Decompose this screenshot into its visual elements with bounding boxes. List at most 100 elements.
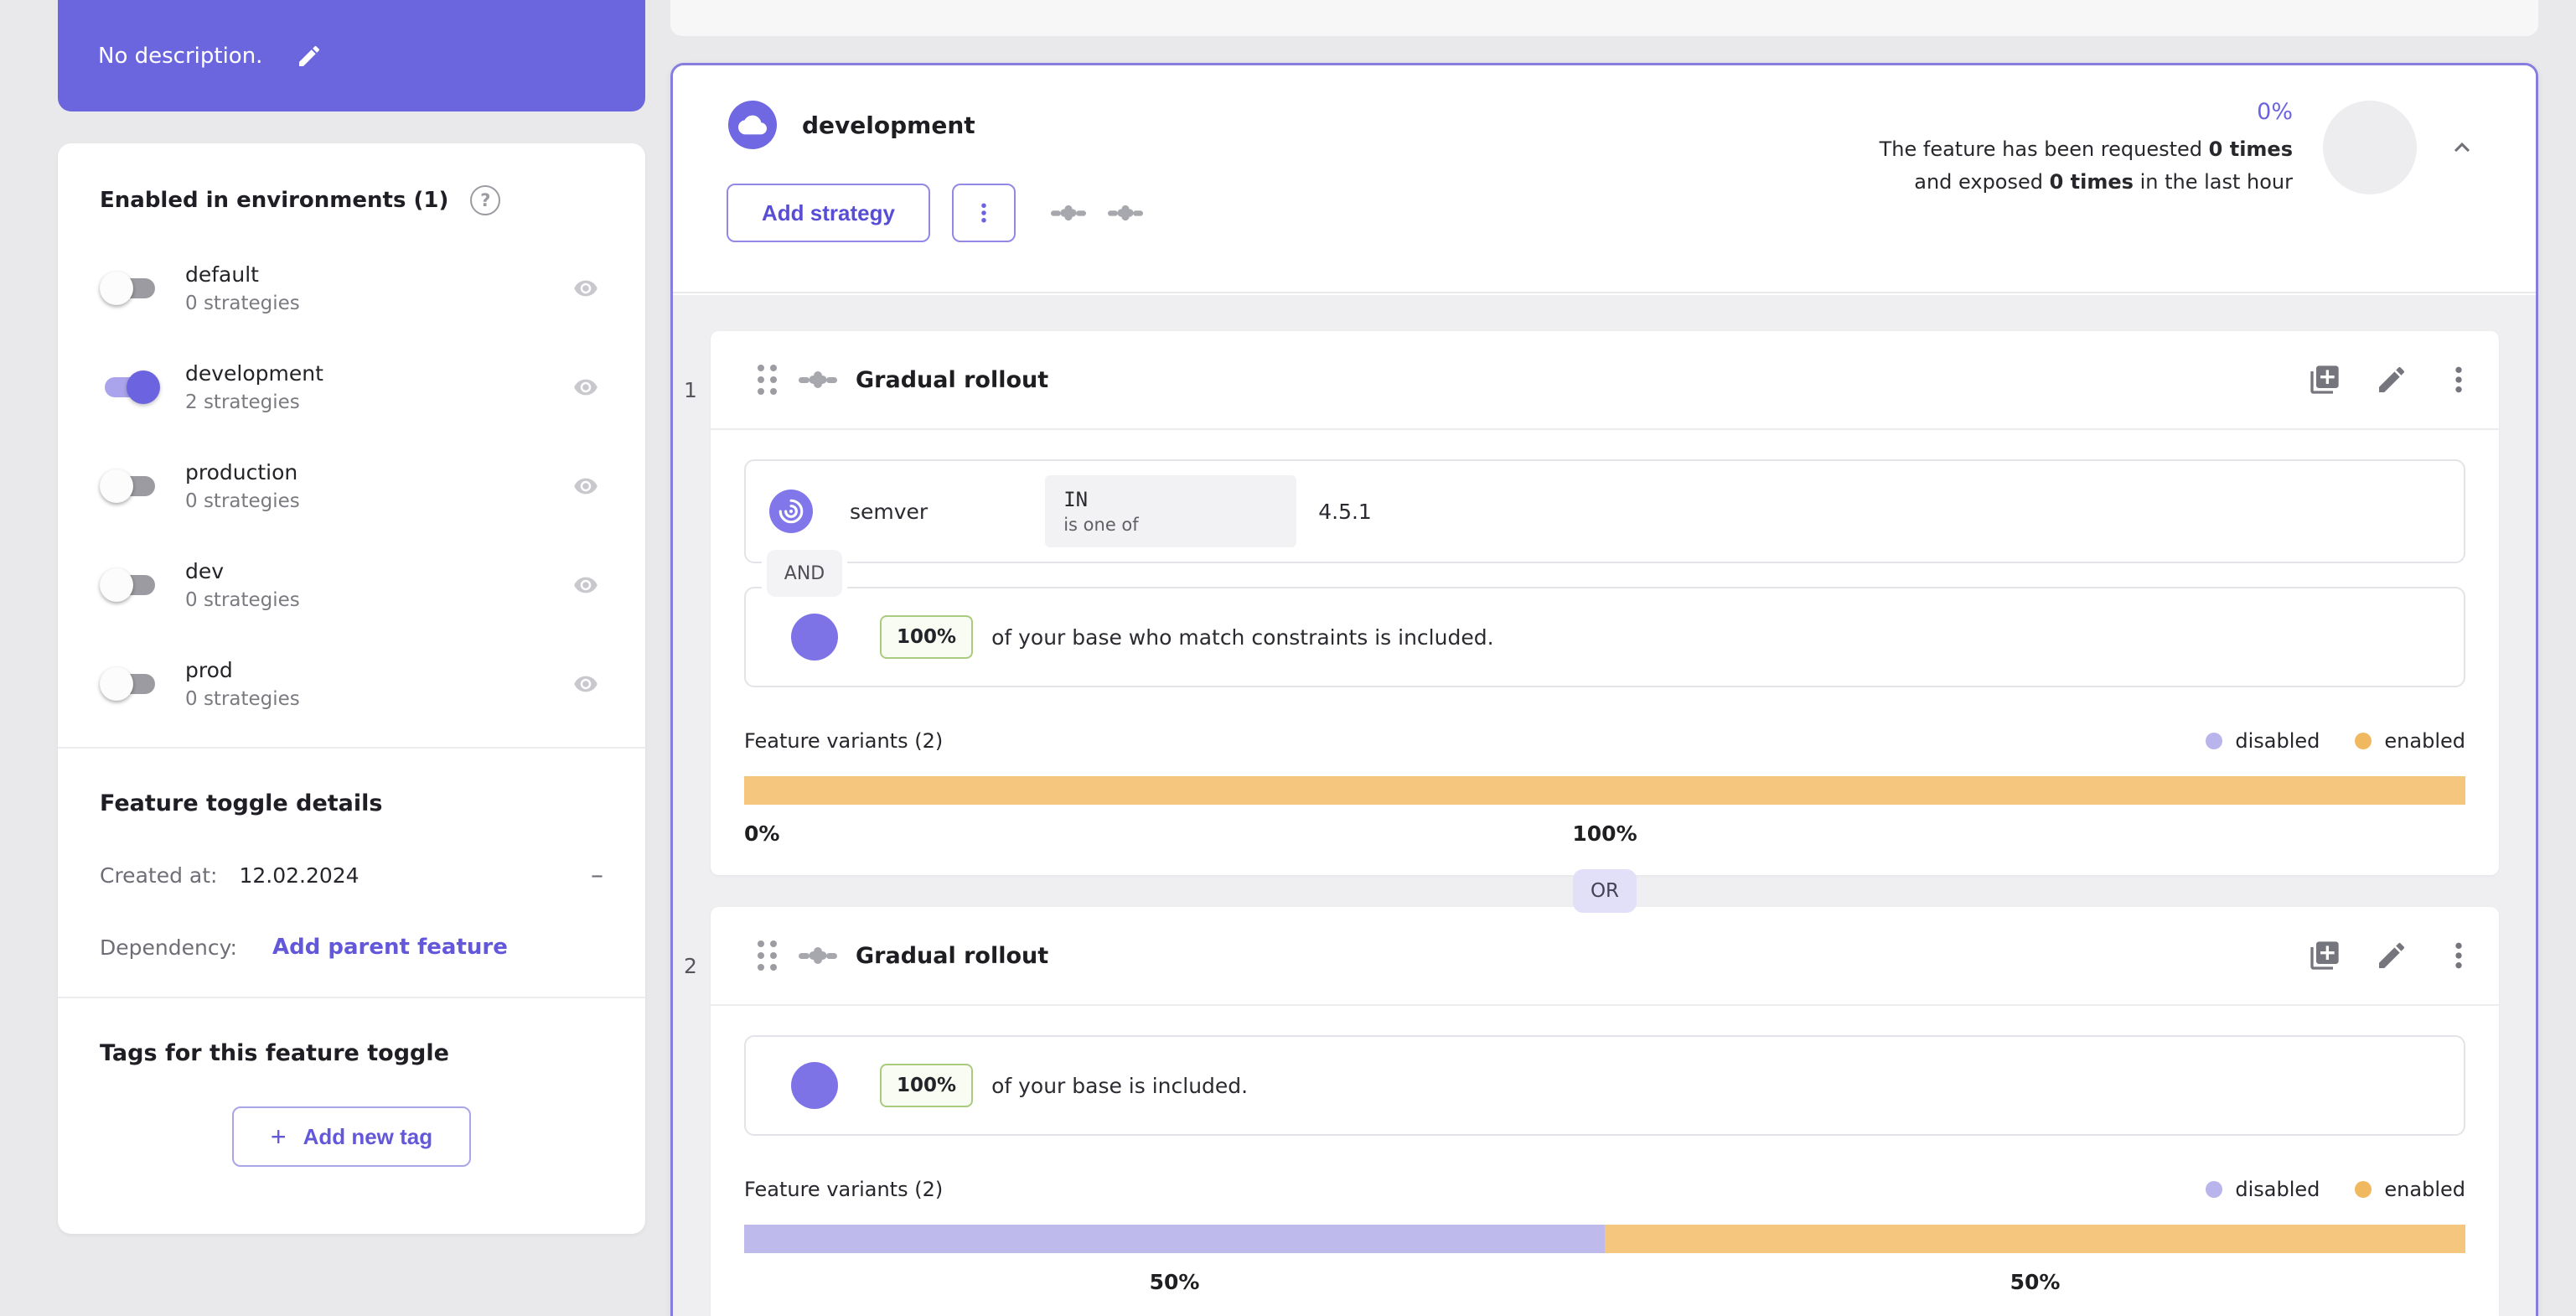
constraint-box: semver IN is one of 4.5.1 bbox=[744, 459, 2465, 563]
sidebar: No description. Enabled in environments … bbox=[58, 0, 645, 1234]
edit-description-icon[interactable] bbox=[296, 43, 323, 70]
environment-name: production bbox=[185, 460, 298, 484]
visibility-icon[interactable] bbox=[568, 375, 603, 400]
visibility-icon[interactable] bbox=[568, 474, 603, 499]
legend-label: enabled bbox=[2384, 729, 2465, 753]
description-text: No description. bbox=[98, 43, 263, 69]
environment-toolbar: Add strategy bbox=[727, 184, 1143, 242]
created-at-value: 12.02.2024 bbox=[239, 863, 360, 888]
strategy-number: 1 bbox=[684, 378, 697, 402]
visibility-icon[interactable] bbox=[568, 671, 603, 697]
enabled-legend-dot bbox=[2355, 733, 2372, 749]
strategy-count-icons bbox=[1050, 204, 1143, 222]
rollout-description: of your base who match constraints is in… bbox=[991, 624, 1494, 650]
exposure-percent: 0% bbox=[2257, 99, 2293, 125]
copy-strategy-icon[interactable] bbox=[2308, 939, 2341, 972]
feature-variants: Feature variants (2) disabled enabled 0%… bbox=[744, 729, 2465, 850]
variants-label: Feature variants (2) bbox=[744, 1178, 944, 1201]
environment-name: default bbox=[185, 262, 259, 287]
help-icon[interactable]: ? bbox=[470, 185, 501, 215]
kebab-icon bbox=[981, 203, 986, 223]
exposure-stats: 0% The feature has been requested 0 time… bbox=[1880, 96, 2477, 199]
previous-card-bottom bbox=[670, 0, 2538, 36]
variants-legend: disabled enabled bbox=[2206, 729, 2465, 753]
legend-label: enabled bbox=[2384, 1178, 2465, 1201]
environment-row-production: production 0 strategies bbox=[100, 460, 603, 512]
strategy-card-1: 1 Gradual rollout semver IN is one of 4.… bbox=[684, 331, 2499, 875]
variants-bar-labels: 0% 100% bbox=[744, 811, 2465, 850]
variants-bar bbox=[744, 776, 2465, 805]
add-strategy-button[interactable]: Add strategy bbox=[727, 184, 930, 242]
feature-sidebar-card: Enabled in environments (1) ? default 0 … bbox=[58, 143, 645, 1234]
chevron-up-icon[interactable] bbox=[2447, 132, 2477, 163]
constraint-value: 4.5.1 bbox=[1318, 499, 1372, 524]
drag-handle-icon[interactable] bbox=[758, 365, 777, 395]
copy-strategy-icon[interactable] bbox=[2308, 363, 2341, 396]
strategy-menu-icon[interactable] bbox=[2442, 363, 2475, 396]
stats-line-2: and exposed 0 times in the last hour bbox=[1914, 170, 2293, 194]
add-parent-feature-link[interactable]: Add parent feature bbox=[272, 935, 508, 960]
strategy-menu-icon[interactable] bbox=[2442, 939, 2475, 972]
strategy-title: Gradual rollout bbox=[856, 366, 1049, 393]
environment-name: development bbox=[185, 361, 323, 386]
visibility-icon[interactable] bbox=[568, 573, 603, 598]
variant-bar-label: 50% bbox=[2010, 1270, 2061, 1294]
constraint-field: semver bbox=[850, 499, 928, 524]
rollout-strategy-icon bbox=[1050, 205, 1086, 221]
environment-toggle[interactable] bbox=[100, 666, 160, 702]
strategy-card-2: 2 Gradual rollout 100% of your base is i… bbox=[684, 907, 2499, 1316]
environment-name: dev bbox=[185, 559, 225, 583]
environment-strategy-count: 0 strategies bbox=[185, 490, 300, 512]
created-at-label: Created at: bbox=[100, 863, 218, 888]
environment-toggle[interactable] bbox=[100, 468, 160, 505]
disabled-legend-dot bbox=[2206, 733, 2223, 749]
strategy-number: 2 bbox=[684, 954, 697, 978]
environment-row-development: development 2 strategies bbox=[100, 361, 603, 413]
and-operator-chip: AND bbox=[767, 550, 842, 597]
disabled-legend-dot bbox=[2206, 1181, 2223, 1198]
operator-name: IN bbox=[1063, 488, 1089, 511]
cloud-environment-icon bbox=[728, 101, 777, 149]
or-operator-chip: OR bbox=[1573, 869, 1637, 913]
rollout-pie-icon bbox=[791, 614, 838, 661]
variants-legend: disabled enabled bbox=[2206, 1178, 2465, 1201]
environment-toggle[interactable] bbox=[100, 270, 160, 307]
edit-strategy-icon[interactable] bbox=[2375, 363, 2408, 396]
constraint-target-icon bbox=[769, 490, 813, 533]
rollout-pie-icon bbox=[791, 1062, 838, 1109]
feature-variants: Feature variants (2) disabled enabled 50… bbox=[744, 1178, 2465, 1298]
visibility-icon[interactable] bbox=[568, 276, 603, 301]
stats-line-1: The feature has been requested 0 times bbox=[1879, 137, 2293, 161]
environment-row-default: default 0 strategies bbox=[100, 262, 603, 314]
environment-panel-title: development bbox=[802, 111, 975, 139]
edit-strategy-icon[interactable] bbox=[2375, 939, 2408, 972]
rollout-strategy-icon bbox=[799, 947, 837, 964]
drag-handle-icon[interactable] bbox=[758, 940, 777, 971]
strategy-title: Gradual rollout bbox=[856, 942, 1049, 969]
variant-bar-label: 50% bbox=[1149, 1270, 1200, 1294]
rollout-percentage-chip: 100% bbox=[880, 615, 974, 659]
environment-menu-button[interactable] bbox=[951, 184, 1016, 242]
operator-caption: is one of bbox=[1063, 515, 1139, 535]
environment-strategy-count: 0 strategies bbox=[185, 589, 300, 611]
legend-label: disabled bbox=[2235, 729, 2320, 753]
collapse-details-icon[interactable]: – bbox=[591, 863, 603, 888]
variant-bar-label: 0% bbox=[744, 821, 780, 846]
variant-bar-label: 100% bbox=[1572, 821, 1637, 846]
description-card: No description. bbox=[58, 0, 645, 111]
rollout-strategy-icon bbox=[1107, 205, 1143, 221]
variant-segment-enabled bbox=[744, 776, 2465, 805]
environment-strategy-count: 0 strategies bbox=[185, 293, 300, 314]
rollout-percentage-chip: 100% bbox=[880, 1064, 974, 1107]
variants-bar-labels: 50% 50% bbox=[744, 1260, 2465, 1298]
environment-toggle[interactable] bbox=[100, 369, 160, 406]
enabled-legend-dot bbox=[2355, 1181, 2372, 1198]
variants-label: Feature variants (2) bbox=[744, 729, 944, 753]
header-divider bbox=[673, 292, 2536, 293]
plus-icon: + bbox=[270, 1121, 287, 1152]
details-section: Feature toggle details Created at: 12.02… bbox=[58, 749, 645, 997]
tags-section: Tags for this feature toggle + Add new t… bbox=[58, 998, 645, 1234]
environment-toggle[interactable] bbox=[100, 567, 160, 604]
main-area: development Add strategy 0% The feature … bbox=[670, 0, 2538, 1316]
add-new-tag-button[interactable]: + Add new tag bbox=[231, 1106, 472, 1167]
